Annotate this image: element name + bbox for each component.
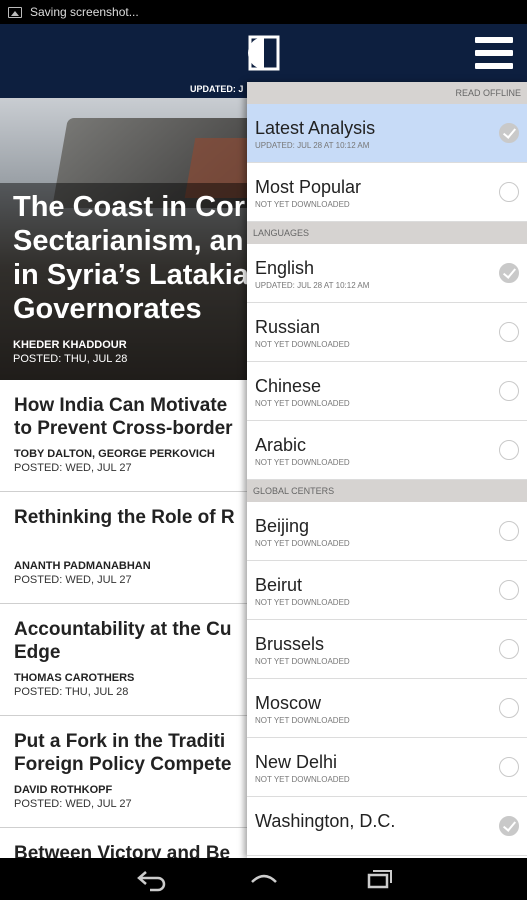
- article-title-line: Edge: [14, 642, 61, 663]
- drawer-item-english[interactable]: English UPDATED: JUL 28 AT 10:12 AM: [247, 244, 527, 303]
- drawer-item-status: NOT YET DOWNLOADED: [255, 399, 350, 408]
- article-title-line: Accountability at the Cu: [14, 619, 232, 640]
- drawer-item-label: Latest Analysis: [255, 118, 376, 138]
- article-date: POSTED: WED, JUL 27: [14, 462, 132, 474]
- article-date: POSTED: THU, JUL 28: [14, 686, 129, 698]
- app-logo-icon: [248, 35, 280, 71]
- hero-date: POSTED: THU, JUL 28: [13, 353, 128, 365]
- navigation-drawer[interactable]: READ OFFLINE Latest Analysis UPDATED: JU…: [247, 82, 527, 858]
- drawer-item-status: NOT YET DOWNLOADED: [255, 716, 350, 725]
- article-title-line: How India Can Motivate: [14, 395, 228, 416]
- article-title-line: Rethinking the Role of R: [14, 507, 235, 528]
- drawer-item-most-popular[interactable]: Most Popular NOT YET DOWNLOADED: [247, 163, 527, 222]
- drawer-item-status: NOT YET DOWNLOADED: [255, 200, 350, 209]
- drawer-item-status: NOT YET DOWNLOADED: [255, 539, 350, 548]
- article-author: THOMAS CAROTHERS: [14, 672, 135, 684]
- unchecked-circle-icon[interactable]: [499, 639, 519, 659]
- drawer-item-arabic[interactable]: Arabic NOT YET DOWNLOADED: [247, 421, 527, 480]
- article-author: ANANTH PADMANABHAN: [14, 560, 151, 572]
- menu-bar-line: [475, 63, 513, 69]
- menu-bar-line: [475, 37, 513, 43]
- drawer-item-new-delhi[interactable]: New Delhi NOT YET DOWNLOADED: [247, 738, 527, 797]
- home-icon[interactable]: [248, 866, 280, 892]
- drawer-item-label: Arabic: [255, 435, 307, 455]
- hero-author: KHEDER KHADDOUR: [13, 339, 127, 351]
- drawer-item-latest-analysis[interactable]: Latest Analysis UPDATED: JUL 28 AT 10:12…: [247, 104, 527, 163]
- drawer-item-status: UPDATED: JUL 28 AT 10:12 AM: [255, 141, 370, 150]
- article-date: POSTED: WED, JUL 27: [14, 574, 132, 586]
- checkmark-icon[interactable]: [499, 816, 519, 836]
- article-title-line: Foreign Policy Compete: [14, 754, 232, 775]
- drawer-item-beirut[interactable]: Beirut NOT YET DOWNLOADED: [247, 561, 527, 620]
- image-icon: [8, 6, 22, 18]
- article-title-line: to Prevent Cross-border: [14, 418, 233, 439]
- drawer-item-moscow[interactable]: Moscow NOT YET DOWNLOADED: [247, 679, 527, 738]
- checkmark-icon[interactable]: [499, 263, 519, 283]
- status-notification: Saving screenshot...: [30, 5, 139, 19]
- drawer-item-label: Washington, D.C.: [255, 811, 396, 831]
- status-bar: Saving screenshot...: [0, 0, 527, 24]
- unchecked-circle-icon[interactable]: [499, 440, 519, 460]
- drawer-item-status: NOT YET DOWNLOADED: [255, 657, 350, 666]
- section-header-read-offline: READ OFFLINE: [247, 82, 527, 104]
- article-date: POSTED: WED, JUL 27: [14, 798, 132, 810]
- article-title: Between Victory and Be: [14, 842, 230, 858]
- article-title-line: Between Victory and Be: [14, 843, 231, 858]
- back-icon[interactable]: [136, 866, 168, 892]
- unchecked-circle-icon[interactable]: [499, 580, 519, 600]
- drawer-item-label: Moscow: [255, 693, 322, 713]
- drawer-item-label: English: [255, 258, 315, 278]
- drawer-item-label: Brussels: [255, 634, 325, 654]
- drawer-item-status: NOT YET DOWNLOADED: [255, 598, 350, 607]
- article-author: TOBY DALTON, GEORGE PERKOVICH: [14, 448, 215, 460]
- article-title: Accountability at the Cu Edge: [14, 618, 231, 664]
- drawer-item-label: Beijing: [255, 516, 310, 536]
- drawer-item-label: Beirut: [255, 575, 303, 595]
- drawer-item-brussels[interactable]: Brussels NOT YET DOWNLOADED: [247, 620, 527, 679]
- unchecked-circle-icon[interactable]: [499, 322, 519, 342]
- unchecked-circle-icon[interactable]: [499, 521, 519, 541]
- drawer-item-label: Chinese: [255, 376, 322, 396]
- article-title: How India Can Motivate to Prevent Cross-…: [14, 394, 233, 440]
- drawer-item-label: New Delhi: [255, 752, 338, 772]
- section-header-global-centers: GLOBAL CENTERS: [247, 480, 527, 502]
- article-title: Rethinking the Role of R: [14, 506, 235, 529]
- article-title: Put a Fork in the Traditi Foreign Policy…: [14, 730, 231, 776]
- drawer-item-label: Most Popular: [255, 177, 362, 197]
- drawer-item-washington-dc[interactable]: Washington, D.C.: [247, 797, 527, 856]
- drawer-item-status: NOT YET DOWNLOADED: [255, 340, 350, 349]
- unchecked-circle-icon[interactable]: [499, 757, 519, 777]
- app-bar: [0, 24, 527, 82]
- drawer-item-russian[interactable]: Russian NOT YET DOWNLOADED: [247, 303, 527, 362]
- section-header-languages: LANGUAGES: [247, 222, 527, 244]
- drawer-item-chinese[interactable]: Chinese NOT YET DOWNLOADED: [247, 362, 527, 421]
- system-navigation-bar: [0, 858, 527, 900]
- unchecked-circle-icon[interactable]: [499, 381, 519, 401]
- drawer-item-status: UPDATED: JUL 28 AT 10:12 AM: [255, 281, 370, 290]
- menu-button[interactable]: [475, 37, 513, 69]
- menu-bar-line: [475, 50, 513, 56]
- drawer-item-beijing[interactable]: Beijing NOT YET DOWNLOADED: [247, 502, 527, 561]
- drawer-item-label: Russian: [255, 317, 321, 337]
- recent-apps-icon[interactable]: [362, 866, 394, 892]
- unchecked-circle-icon[interactable]: [499, 698, 519, 718]
- article-title-line: Put a Fork in the Traditi: [14, 731, 226, 752]
- unchecked-circle-icon[interactable]: [499, 182, 519, 202]
- checkmark-icon[interactable]: [499, 123, 519, 143]
- drawer-item-status: NOT YET DOWNLOADED: [255, 458, 350, 467]
- article-author: DAVID ROTHKOPF: [14, 784, 113, 796]
- drawer-item-status: NOT YET DOWNLOADED: [255, 775, 350, 784]
